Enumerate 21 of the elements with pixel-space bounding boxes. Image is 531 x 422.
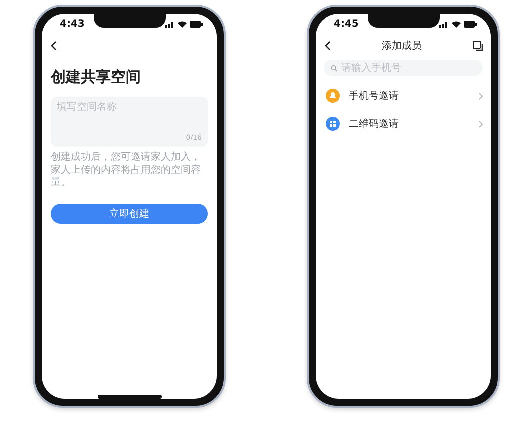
invite-option[interactable]: 二维码邀请: [316, 110, 491, 138]
status-time: 4:43: [60, 18, 85, 30]
status-time: 4:45: [334, 18, 359, 30]
battery-icon: [190, 20, 203, 28]
wifi-icon: [452, 20, 461, 28]
chevron-icon: [479, 92, 483, 100]
wifi-icon: [178, 20, 187, 28]
signal-icon: [439, 20, 449, 28]
search-icon: [331, 64, 338, 72]
create-button[interactable]: 立即创建: [51, 204, 208, 224]
hint-text: 创建成功后，您可邀请家人加入，家人上传的内容将占用您的空间容量。: [51, 152, 202, 190]
camera-notch: [368, 14, 440, 28]
back-icon[interactable]: [50, 41, 57, 51]
page-title: 创建共享空间: [51, 68, 142, 87]
camera-notch: [94, 14, 166, 28]
back-icon[interactable]: [324, 41, 331, 51]
battery-icon: [464, 20, 477, 28]
chevron-icon: [479, 120, 483, 128]
page-title: 添加成员: [382, 40, 422, 53]
invite-option[interactable]: 手机号邀请: [316, 82, 491, 110]
signal-icon: [165, 20, 175, 28]
